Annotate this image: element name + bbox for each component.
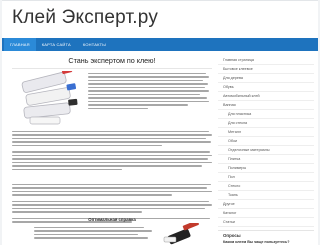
glue-gun-image xyxy=(163,223,199,245)
poll-question: Каким клеем Вы чаще пользуетесь? xyxy=(223,240,290,244)
sidebar-divider xyxy=(218,230,314,231)
body-text-block-1 xyxy=(12,131,212,172)
glue-tubes-image xyxy=(21,71,78,125)
main-navigation: Главная Карта сайта Контакты xyxy=(2,38,318,51)
site-title[interactable]: Клей Эксперт.ру xyxy=(12,7,158,29)
sidebar-item-fabric[interactable]: Ткань xyxy=(218,191,314,200)
sidebar-item-auto[interactable]: Автомобильный клей xyxy=(218,92,314,101)
ad-block: Оптимальная справка xyxy=(12,217,212,245)
sidebar-item-household[interactable]: Бытовое клеевое xyxy=(218,65,314,74)
nav-item-sitemap[interactable]: Карта сайта xyxy=(36,38,77,51)
sidebar-item-shoes[interactable]: Обувь xyxy=(218,83,314,92)
sidebar-item-metal[interactable]: Металл xyxy=(218,128,314,137)
sidebar-item-plastic[interactable]: Для пластика xyxy=(218,110,314,119)
sidebar-item-articles[interactable]: Статьи xyxy=(218,218,314,227)
sidebar-item-catalog[interactable]: Каталог xyxy=(218,209,314,218)
page: Клей Эксперт.ру Главная Карта сайта Конт… xyxy=(2,0,318,245)
top-border xyxy=(2,0,318,1)
sidebar-item-wood[interactable]: Для дерева xyxy=(218,74,314,83)
nav-item-contacts[interactable]: Контакты xyxy=(77,38,112,51)
sidebar-item-polymers[interactable]: Полимеры xyxy=(218,164,314,173)
poll-title: Опросы xyxy=(223,233,241,238)
sidebar: Главная страница Бытовое клеевое Для дер… xyxy=(218,56,314,245)
sidebar-item-tile[interactable]: Плитка xyxy=(218,155,314,164)
nav-item-home[interactable]: Главная xyxy=(4,38,36,51)
sidebar-item-other[interactable]: Другое xyxy=(218,200,314,209)
sidebar-item-glass[interactable]: Для стекла xyxy=(218,119,314,128)
sidebar-item-bath[interactable]: Ванная xyxy=(218,101,314,110)
article-title: Стань экспертом по клею! xyxy=(68,56,156,65)
sidebar-item-floor[interactable]: Пол xyxy=(218,173,314,182)
sidebar-item-wallpaper[interactable]: Обои xyxy=(218,137,314,146)
title-divider xyxy=(12,68,212,69)
sidebar-item-home[interactable]: Главная страница xyxy=(218,56,314,65)
ad-text xyxy=(34,227,154,241)
intro-text-block xyxy=(88,73,210,111)
sidebar-item-stekl[interactable]: Стекло xyxy=(218,182,314,191)
sidebar-item-finishing[interactable]: Отделочные материалы xyxy=(218,146,314,155)
ad-title: Оптимальная справка xyxy=(88,217,136,222)
